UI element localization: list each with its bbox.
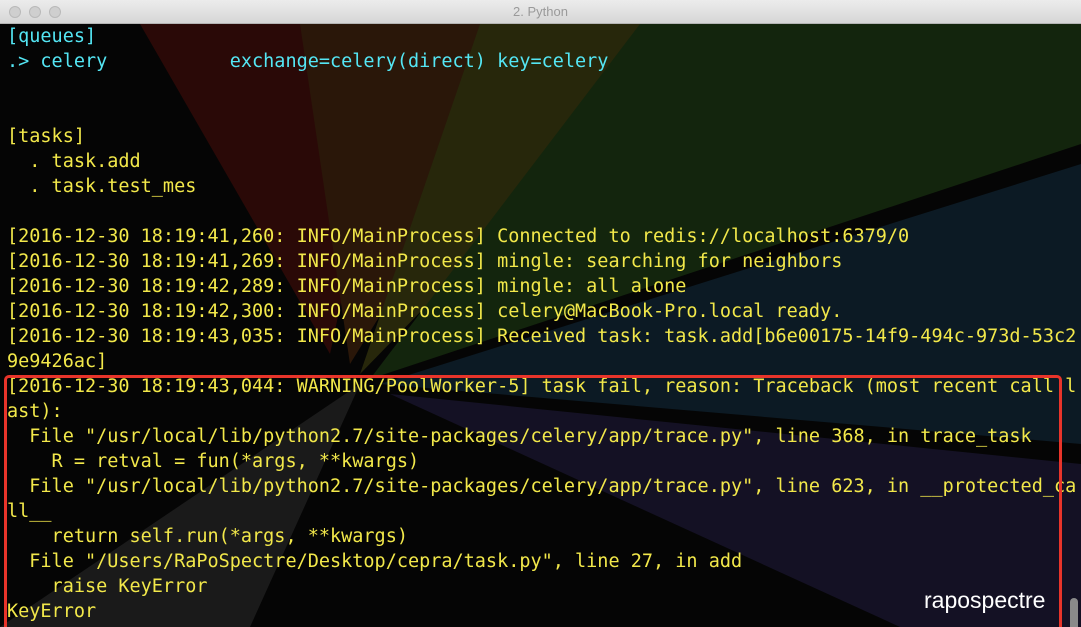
terminal-line: . task.add	[7, 151, 141, 172]
error-highlight-box	[4, 375, 1062, 627]
scrollbar-thumb[interactable]	[1070, 598, 1078, 627]
terminal-line: [2016-12-30 18:19:41,260: INFO/MainProce…	[7, 226, 910, 247]
watermark-text: rapospectre	[924, 587, 1046, 613]
window-title: 2. Python	[513, 4, 568, 19]
terminal-line: 9e9426ac]	[7, 351, 108, 372]
terminal-line: [tasks]	[7, 126, 85, 147]
window-titlebar[interactable]: 2. Python	[0, 0, 1081, 24]
terminal-line: .> celery exchange=celery(direct) key=ce…	[7, 51, 609, 72]
terminal-pane[interactable]: [queues] .> celery exchange=celery(direct…	[0, 24, 1081, 627]
terminal-line: [queues]	[7, 26, 97, 47]
terminal-line: [2016-12-30 18:19:43,035: INFO/MainProce…	[7, 326, 1077, 347]
terminal-line: [2016-12-30 18:19:42,300: INFO/MainProce…	[7, 301, 843, 322]
terminal-line: . task.test_mes	[7, 176, 197, 197]
terminal-line: [2016-12-30 18:19:41,269: INFO/MainProce…	[7, 251, 843, 272]
terminal-line: [2016-12-30 18:19:42,289: INFO/MainProce…	[7, 276, 687, 297]
